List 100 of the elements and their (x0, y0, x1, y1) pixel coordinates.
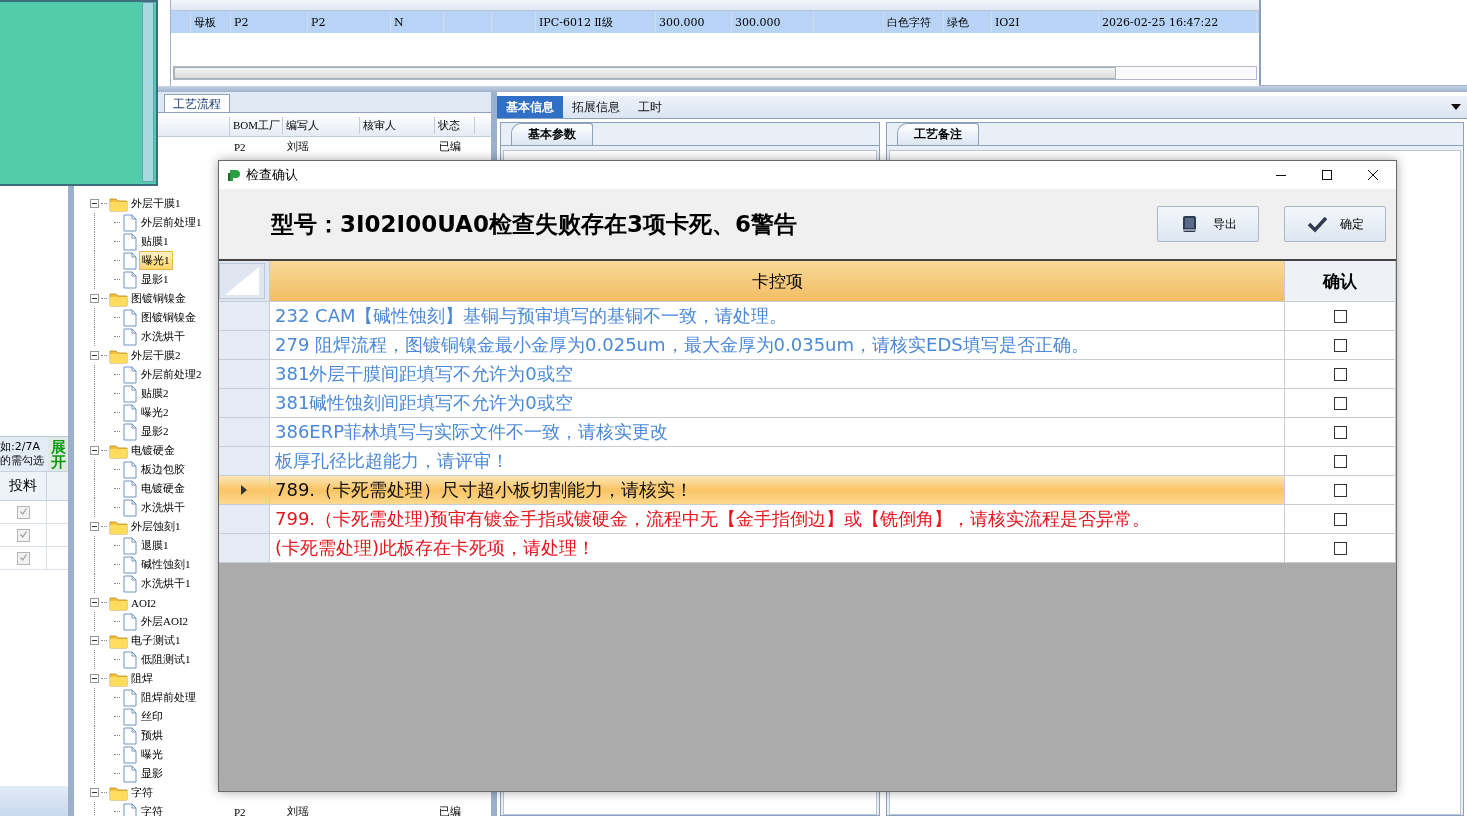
checkbox[interactable] (16, 528, 30, 542)
tree-item[interactable]: 阻焊 (129, 670, 155, 687)
tree-item[interactable]: 水洗烘干 (139, 328, 187, 345)
column-header: 卡控项 (270, 261, 1285, 301)
tree-item[interactable]: 曝光1 (139, 251, 173, 270)
panel-footer (0, 786, 68, 816)
tree-item[interactable]: 预烘 (139, 727, 165, 744)
vertical-scrollbar[interactable] (142, 2, 154, 182)
tree-item[interactable]: 显影2 (139, 423, 171, 440)
document-icon (122, 460, 138, 479)
dropdown-icon (1451, 104, 1461, 110)
tree-item[interactable]: 低阻测试1 (139, 651, 193, 668)
table-cell-text: P2 (233, 140, 247, 153)
row-header[interactable] (219, 476, 270, 504)
tree-item[interactable]: AOI2 (129, 595, 159, 610)
folder-icon (109, 195, 128, 212)
tree-item[interactable]: 丝印 (139, 708, 165, 725)
tree-item[interactable]: 电镀硬金 (129, 442, 177, 459)
collapse-icon[interactable] (90, 788, 99, 797)
checkbox[interactable] (16, 505, 30, 519)
tree-item[interactable]: 退膜1 (139, 537, 171, 554)
tree-item[interactable]: 阻焊前处理 (139, 689, 198, 706)
document-icon (122, 574, 138, 593)
tree-item[interactable]: 图镀铜镍金 (129, 290, 188, 307)
hint-text: 如:2/7A (0, 440, 41, 454)
panel-tab[interactable]: 工艺流程 (164, 94, 230, 112)
tree-item[interactable]: 外层AOI2 (139, 613, 191, 630)
tree-item[interactable]: 图镀铜镍金 (139, 309, 198, 326)
tab[interactable]: 拓展信息 (563, 96, 629, 118)
folder-icon (109, 594, 128, 611)
panel-tab[interactable]: 工艺备注 (897, 123, 979, 145)
folder-icon (109, 442, 128, 459)
table-cell-text: 已编 (438, 139, 462, 154)
table-cell: 白色字符 (884, 11, 944, 33)
tree-item[interactable]: 外层蚀刻1 (129, 518, 183, 535)
tree-item[interactable]: 曝光2 (139, 404, 171, 421)
tree-item[interactable]: 外层干膜2 (129, 347, 183, 364)
tree-item[interactable]: 水洗烘干 (139, 499, 187, 516)
tree-item[interactable]: 碱性蚀刻1 (139, 556, 193, 573)
document-icon (122, 270, 138, 289)
check-item-text: 板厚孔径比超能力，请评审！ (274, 449, 509, 473)
tree-item[interactable]: 字符 (139, 803, 165, 816)
collapse-icon[interactable] (90, 294, 99, 303)
horizontal-scrollbar[interactable] (173, 66, 1257, 80)
checkbox[interactable] (1333, 338, 1347, 352)
collapse-icon[interactable] (90, 522, 99, 531)
tree-item[interactable]: 电子测试1 (129, 632, 183, 649)
column-header: 状态 (435, 117, 475, 134)
checkbox[interactable] (1333, 541, 1347, 555)
table-cell-text: 已编 (438, 804, 462, 816)
dialog-button[interactable]: 确定 (1284, 206, 1386, 242)
tree-item[interactable]: 显影1 (139, 271, 171, 288)
tree-item[interactable]: 水洗烘干1 (139, 575, 193, 592)
tree-item[interactable]: 外层干膜1 (129, 195, 183, 212)
tree-item[interactable]: 字符 (129, 784, 155, 801)
checkbox[interactable] (1333, 454, 1347, 468)
table-cell: N (391, 11, 444, 33)
checkbox[interactable] (1333, 512, 1347, 526)
tree-item[interactable]: 外层前处理1 (139, 214, 204, 231)
collapse-icon[interactable] (90, 674, 99, 683)
document-icon (122, 612, 138, 631)
tree-item[interactable]: 显影 (139, 765, 165, 782)
folder-icon (109, 632, 128, 649)
column-header: 投料 (0, 472, 47, 500)
folder-icon (109, 518, 128, 535)
document-icon (122, 384, 138, 403)
document-icon (122, 498, 138, 517)
table-cell: 2026-02-25 16:47:22 (1099, 11, 1257, 33)
column-header: 确认 (1285, 261, 1396, 301)
collapse-icon[interactable] (90, 351, 99, 360)
tab[interactable]: 基本信息 (497, 96, 563, 118)
tree-item[interactable]: 板边包胶 (139, 461, 187, 478)
document-icon (122, 745, 138, 764)
dialog-button[interactable]: 导出 (1157, 206, 1259, 242)
document-icon (122, 308, 138, 327)
collapse-icon[interactable] (90, 598, 99, 607)
checkbox[interactable] (1333, 396, 1347, 410)
tree-item[interactable]: 电镀硬金 (139, 480, 187, 497)
document-icon (122, 555, 138, 574)
check-item-text: (卡死需处理)此板存在卡死项，请处理！ (274, 536, 596, 560)
tree-item[interactable]: 外层前处理2 (139, 366, 204, 383)
document-icon (122, 232, 138, 251)
panel-tab[interactable]: 基本参数 (511, 123, 593, 145)
collapse-icon[interactable] (90, 446, 99, 455)
tab[interactable]: 工时 (629, 96, 671, 118)
tree-item[interactable]: 贴膜1 (139, 233, 171, 250)
document-icon (122, 764, 138, 783)
select-all-icon (219, 263, 265, 299)
checkbox[interactable] (16, 551, 30, 565)
checkbox[interactable] (1333, 367, 1347, 381)
checkbox[interactable] (1333, 309, 1347, 323)
tree-item[interactable]: 曝光 (139, 746, 165, 763)
table-cell: IPC-6012 Ⅱ级 (536, 11, 656, 33)
collapse-icon[interactable] (90, 636, 99, 645)
checkbox[interactable] (1333, 425, 1347, 439)
document-icon (122, 536, 138, 555)
table-cell-text: 刘瑶 (286, 139, 310, 154)
tree-item[interactable]: 贴膜2 (139, 385, 171, 402)
checkbox[interactable] (1333, 483, 1347, 497)
collapse-icon[interactable] (90, 199, 99, 208)
